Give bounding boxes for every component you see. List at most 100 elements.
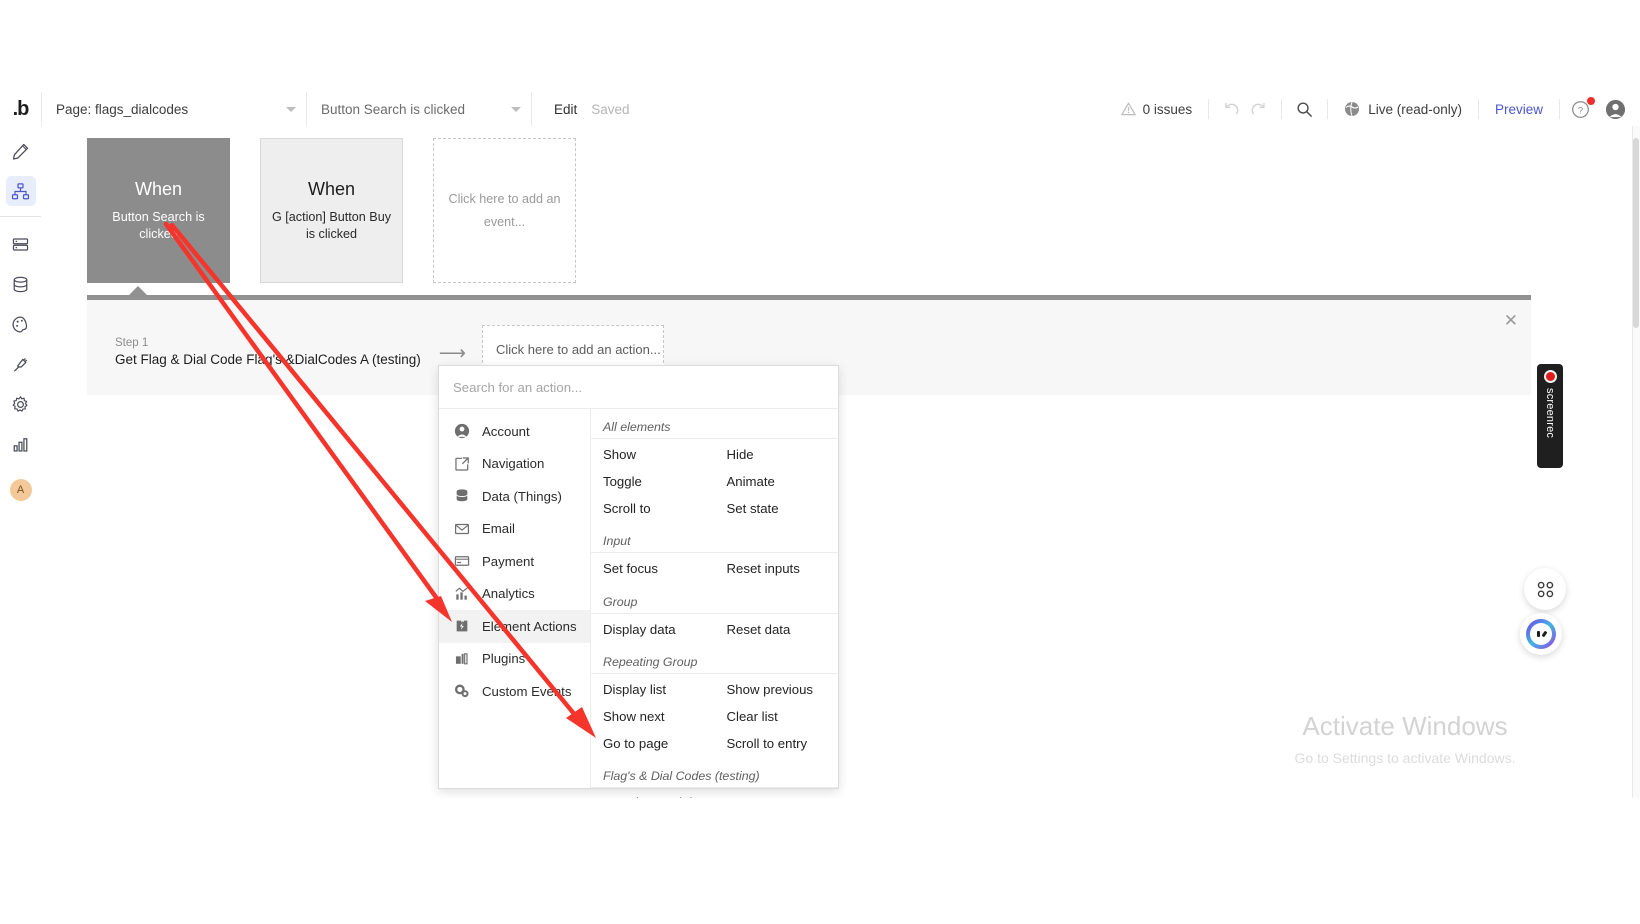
category-element-actions[interactable]: Element Actions	[439, 610, 590, 643]
category-account[interactable]: Account	[439, 415, 590, 448]
action-display-list[interactable]: Display list	[591, 676, 715, 703]
event-card-selected[interactable]: When Button Search is clicked	[87, 138, 230, 283]
category-label: Analytics	[482, 586, 535, 602]
action-toggle[interactable]: Toggle	[591, 468, 715, 495]
sidebar-item-styles[interactable]	[6, 309, 36, 339]
category-navigation[interactable]: Navigation	[439, 448, 590, 481]
header-search-button[interactable]	[1282, 99, 1329, 119]
server-icon	[12, 237, 29, 251]
category-data-things[interactable]: Data (Things)	[439, 480, 590, 513]
action-picker-dropdown: Search for an action... Account Navigati…	[438, 365, 839, 856]
left-sidebar: A	[0, 126, 42, 798]
screenrec-label: screenrec	[1544, 388, 1556, 439]
sidebar-avatar[interactable]: A	[9, 479, 32, 501]
category-custom-events[interactable]: Custom Events	[439, 675, 590, 708]
preview-button[interactable]: Preview	[1479, 99, 1560, 119]
event-card[interactable]: When G [action] Button Buy is clicked	[260, 138, 403, 283]
action-row: Scroll to Set state	[591, 495, 838, 522]
sidebar-item-settings[interactable]	[6, 389, 36, 419]
event-selector-label: Button Search is clicked	[321, 101, 466, 117]
action-hide[interactable]: Hide	[715, 441, 839, 468]
sidebar-item-design[interactable]	[6, 136, 36, 166]
search-icon	[1297, 101, 1313, 117]
group-heading-group: Group	[591, 590, 838, 614]
user-avatar[interactable]	[1601, 99, 1640, 120]
chat-eye-right	[1541, 630, 1547, 638]
action-clear-list[interactable]: Clear list	[715, 703, 839, 730]
action-scroll-to-entry[interactable]: Scroll to entry	[715, 730, 839, 757]
add-event-placeholder: Click here to add an event...	[448, 191, 561, 229]
version-selector[interactable]: Live (read-only)	[1328, 99, 1479, 119]
user-avatar-icon	[1605, 99, 1626, 119]
edit-tab[interactable]: Edit	[532, 102, 591, 117]
action-reset-inputs[interactable]: Reset inputs	[715, 555, 839, 582]
chat-eye-left	[1536, 631, 1540, 637]
add-event-card[interactable]: Click here to add an event...	[433, 138, 576, 283]
sidebar-item-plugins[interactable]	[6, 349, 36, 379]
workflow-canvas: When Button Search is clicked When G [ac…	[41, 126, 1640, 798]
action-show-next[interactable]: Show next	[591, 703, 715, 730]
issues-indicator[interactable]: 0 issues	[1120, 99, 1210, 119]
category-plugins[interactable]: Plugins	[439, 643, 590, 676]
action-search-placeholder: Search for an action...	[453, 379, 583, 395]
event-selector[interactable]: Button Search is clicked	[307, 92, 532, 126]
add-action-placeholder: Click here to add an action...	[495, 341, 661, 357]
action-set-focus[interactable]: Set focus	[591, 555, 715, 582]
category-email[interactable]: Email	[439, 513, 590, 546]
record-dot-icon[interactable]	[1543, 370, 1557, 383]
gear-icon	[12, 395, 28, 412]
group-heading-all-elements: All elements	[591, 415, 838, 439]
watermark-subtitle: Go to Settings to activate Windows.	[1294, 749, 1516, 766]
action-go-to-page[interactable]: Go to page	[591, 730, 715, 757]
apps-grid-button[interactable]	[1524, 568, 1566, 610]
action-scroll-to[interactable]: Scroll to	[591, 495, 715, 522]
bubble-logo[interactable]: .b	[0, 92, 42, 126]
sidebar-item-data-source[interactable]	[6, 229, 36, 259]
category-payment[interactable]: Payment	[439, 545, 590, 578]
chat-bot-face	[1530, 623, 1552, 645]
envelope-icon	[453, 520, 470, 537]
category-label: Element Actions	[482, 618, 577, 634]
app-header: .b Page: flags_dialcodes Button Search i…	[0, 92, 1640, 127]
sidebar-item-logs[interactable]	[6, 429, 36, 459]
page-selector[interactable]: Page: flags_dialcodes	[42, 92, 307, 126]
action-show[interactable]: Show	[591, 441, 715, 468]
event-when-label: When	[134, 178, 183, 199]
notification-dot	[1587, 97, 1595, 105]
category-label: Payment	[482, 553, 535, 569]
sidebar-item-data[interactable]	[6, 269, 36, 299]
action-display-data[interactable]: Display data	[591, 616, 715, 643]
event-when-label: When	[307, 178, 356, 199]
undo-icon[interactable]	[1223, 102, 1240, 117]
step-entry[interactable]: Step 1 Get Flag & Dial Code Flag's &Dial…	[115, 337, 421, 367]
help-button[interactable]: ?	[1560, 97, 1601, 120]
bar-chart-icon	[13, 437, 28, 452]
action-reset-data[interactable]: Reset data	[715, 616, 839, 643]
chat-bot-button[interactable]	[1520, 613, 1562, 655]
group-heading-repeating-group: Repeating Group	[591, 650, 838, 674]
sidebar-divider	[0, 216, 41, 217]
redo-icon[interactable]	[1250, 102, 1267, 117]
close-icon[interactable]: ✕	[1504, 312, 1518, 329]
screenrec-widget[interactable]: screenrec	[1537, 364, 1563, 468]
action-show-previous[interactable]: Show previous	[715, 676, 839, 703]
step-panel-body: Step 1 Get Flag & Dial Code Flag's &Dial…	[115, 325, 664, 373]
workflow-nodes-icon	[11, 182, 30, 199]
action-set-state[interactable]: Set state	[715, 495, 839, 522]
vertical-scrollbar-thumb[interactable]	[1633, 138, 1639, 328]
action-animate[interactable]: Animate	[715, 468, 839, 495]
sidebar-item-workflow[interactable]	[5, 176, 36, 206]
globe-icon	[1345, 101, 1360, 117]
action-category-list: Account Navigation Data (Things) Email P…	[439, 409, 591, 788]
plugin-blocks-icon	[453, 650, 470, 667]
category-analytics[interactable]: Analytics	[439, 578, 590, 611]
step-panel-pointer	[129, 286, 147, 295]
action-row: Toggle Animate	[591, 468, 838, 495]
chat-bot-icon	[1526, 619, 1556, 649]
action-search-input[interactable]: Search for an action...	[439, 366, 838, 409]
category-label: Plugins	[482, 651, 526, 667]
